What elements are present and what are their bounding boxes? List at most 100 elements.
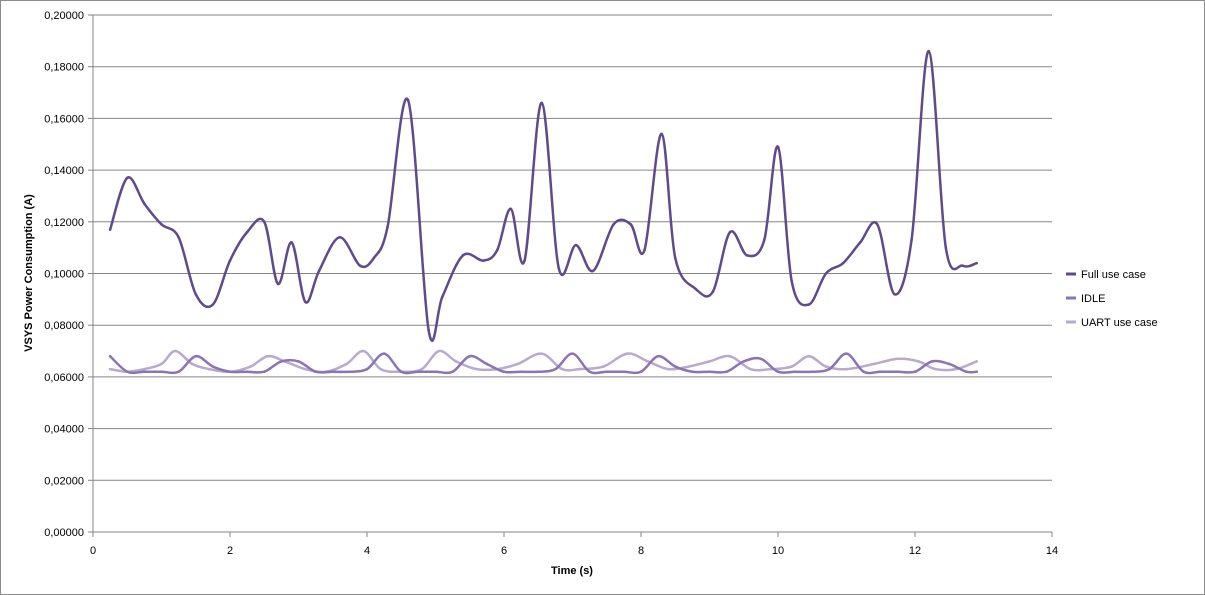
- y-tick-label: 0,12000: [44, 217, 84, 229]
- series-line-1: [108, 49, 978, 342]
- y-tick-label: 0,02000: [44, 475, 84, 487]
- data-point: [687, 365, 691, 368]
- data-point: [379, 367, 383, 371]
- data-point: [930, 360, 934, 363]
- data-point: [896, 370, 900, 374]
- data-point: [605, 370, 609, 374]
- data-point: [434, 370, 437, 374]
- data-point: [468, 354, 472, 358]
- data-point: [588, 370, 591, 374]
- data-point: [728, 354, 732, 358]
- data-point: [876, 223, 879, 226]
- data-point: [108, 228, 112, 231]
- data-point: [365, 367, 369, 371]
- data-point: [790, 279, 793, 283]
- y-tick-label: 0,14000: [44, 165, 84, 177]
- data-point: [314, 370, 317, 374]
- data-point: [348, 370, 352, 374]
- data-point: [509, 207, 513, 211]
- data-point: [708, 360, 711, 363]
- data-point: [759, 357, 763, 361]
- data-point: [749, 367, 752, 371]
- data-point: [177, 370, 180, 374]
- data-point: [626, 352, 629, 355]
- y-tick-label: 0,16000: [44, 113, 84, 125]
- data-point: [108, 367, 112, 371]
- data-point: [372, 256, 376, 260]
- data-point: [745, 254, 749, 257]
- data-point: [191, 362, 194, 366]
- data-point: [245, 370, 249, 374]
- data-point: [382, 352, 386, 355]
- data-point: [828, 367, 831, 371]
- data-point: [554, 367, 557, 371]
- data-point: [420, 367, 424, 371]
- data-point: [262, 370, 266, 374]
- x-tick-label: 6: [501, 545, 507, 557]
- data-point: [824, 272, 828, 275]
- data-point: [454, 360, 458, 363]
- data-point: [304, 300, 307, 304]
- x-tick-label: 4: [364, 545, 370, 557]
- x-tick-label: 0: [90, 545, 96, 557]
- y-tick-label: 0,18000: [44, 62, 84, 74]
- data-point: [386, 225, 389, 229]
- data-point: [211, 365, 215, 368]
- data-point: [917, 360, 920, 363]
- data-point: [578, 367, 581, 371]
- y-tick-label: 0,00000: [44, 527, 84, 539]
- data-point: [602, 365, 605, 368]
- gridlines: [88, 14, 1052, 533]
- data-point: [790, 365, 793, 368]
- data-point: [304, 367, 307, 371]
- data-point: [317, 269, 321, 273]
- data-point: [944, 246, 948, 249]
- data-point: [807, 303, 811, 306]
- legend-label: Full use case: [1081, 269, 1146, 281]
- data-point: [845, 367, 848, 371]
- data-point: [622, 370, 626, 374]
- data-point: [571, 352, 574, 355]
- data-point: [143, 367, 146, 371]
- data-point: [173, 349, 177, 353]
- data-point: [810, 370, 814, 374]
- data-point: [519, 370, 523, 374]
- y-tick-label: 0,06000: [44, 372, 84, 384]
- x-axis-title: Time (s): [551, 565, 593, 577]
- data-point: [934, 367, 937, 371]
- data-point: [461, 254, 465, 257]
- data-point: [228, 370, 232, 374]
- data-point: [485, 362, 489, 366]
- data-point: [975, 261, 978, 265]
- data-point: [725, 370, 728, 374]
- data-point: [143, 370, 146, 374]
- data-point: [345, 362, 348, 366]
- data-point: [975, 360, 978, 363]
- data-point: [845, 352, 848, 355]
- data-point: [560, 367, 564, 371]
- data-point: [947, 362, 951, 366]
- data-point: [728, 230, 732, 234]
- data-point: [245, 230, 249, 234]
- data-point: [667, 367, 670, 371]
- x-tick-label: 12: [909, 545, 921, 557]
- data-point: [427, 329, 430, 332]
- legend-label: IDLE: [1081, 293, 1105, 305]
- data-point: [927, 49, 930, 53]
- data-point: [879, 370, 883, 374]
- data-point: [125, 176, 129, 180]
- data-point: [266, 354, 269, 358]
- data-point: [540, 101, 543, 105]
- data-point: [841, 261, 845, 265]
- data-point: [639, 370, 643, 374]
- data-point: [536, 370, 540, 374]
- data-point: [437, 349, 441, 353]
- y-tick-label: 0,08000: [44, 320, 84, 332]
- data-point: [331, 370, 335, 374]
- data-point: [194, 292, 198, 296]
- data-point: [523, 259, 526, 262]
- data-point: [358, 264, 362, 268]
- data-point: [160, 362, 163, 366]
- data-point: [776, 370, 780, 374]
- data-point: [211, 303, 215, 306]
